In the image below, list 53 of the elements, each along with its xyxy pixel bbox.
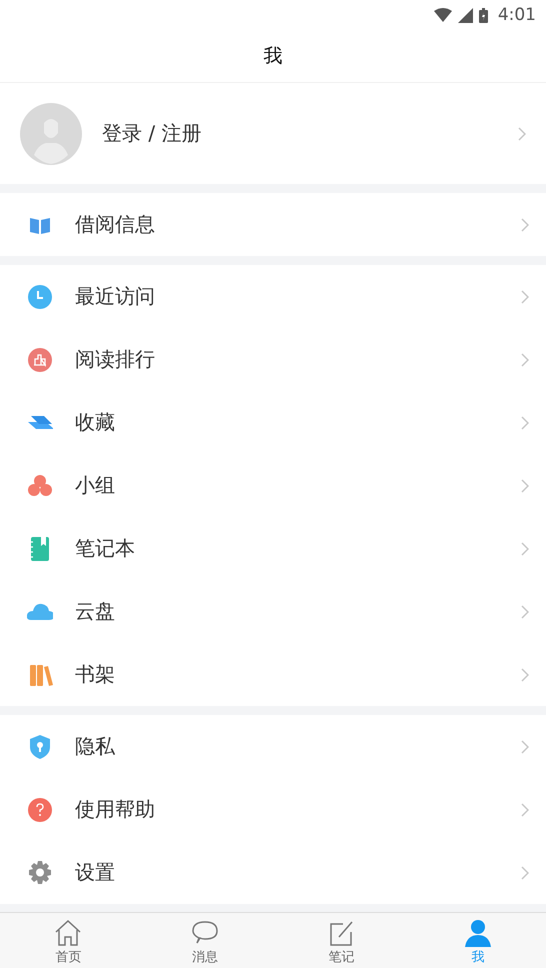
- menu-label: 小组: [75, 472, 116, 499]
- chevron-icon: [521, 218, 529, 232]
- menu-label: 最近访问: [75, 283, 156, 310]
- menu-item[interactable]: 云盘: [0, 580, 546, 643]
- chevron-icon: [521, 416, 529, 430]
- login-row[interactable]: 登录 / 注册: [0, 83, 546, 184]
- shield-icon: [27, 734, 53, 760]
- menu-item[interactable]: 书架: [0, 643, 546, 706]
- menu-label: 使用帮助: [75, 796, 156, 823]
- tab-item[interactable]: 消息: [136, 913, 273, 968]
- chevron-icon: [521, 668, 529, 682]
- menu-item[interactable]: 收藏: [0, 391, 546, 454]
- menu-item[interactable]: 最近访问: [0, 265, 546, 328]
- menu-label: 隐私: [75, 733, 116, 760]
- chevron-icon: [521, 542, 529, 556]
- chevron-icon: [521, 290, 529, 304]
- chevron-icon: [521, 352, 529, 366]
- person-icon: [464, 919, 492, 947]
- menu-item[interactable]: 笔记本: [0, 517, 546, 580]
- page-title: 我: [264, 44, 282, 69]
- chevron-icon: [521, 740, 529, 754]
- avatar-icon: [20, 102, 82, 164]
- menu-label: 借阅信息: [75, 211, 156, 238]
- chevron-icon: [518, 126, 526, 140]
- chevron-icon: [521, 478, 529, 492]
- settings-icon: [27, 860, 53, 886]
- menu-label: 笔记本: [75, 535, 136, 562]
- menu-item[interactable]: 设置: [0, 841, 546, 904]
- chevron-icon: [521, 604, 529, 618]
- help-icon: [27, 796, 53, 822]
- menu-item[interactable]: 借阅信息: [0, 193, 546, 256]
- menu-label: 阅读排行: [75, 346, 156, 373]
- status-time: 4:01: [498, 5, 536, 25]
- chevron-icon: [521, 802, 529, 816]
- circles-icon: [27, 472, 53, 498]
- tab-item[interactable]: 笔记: [273, 913, 410, 968]
- menu-item[interactable]: 隐私: [0, 715, 546, 778]
- tab-item[interactable]: 首页: [0, 913, 136, 968]
- clock-icon: [27, 284, 53, 310]
- login-label: 登录 / 注册: [102, 120, 202, 147]
- battery-icon: [478, 8, 488, 22]
- menu-item[interactable]: 阅读排行: [0, 328, 546, 391]
- menu-label: 设置: [75, 859, 116, 886]
- menu-label: 云盘: [75, 598, 116, 625]
- menu-label: 收藏: [75, 409, 116, 436]
- chart-icon: [27, 346, 53, 372]
- home-icon: [54, 919, 82, 947]
- menu-item[interactable]: 使用帮助: [0, 778, 546, 841]
- menu-item[interactable]: 小组: [0, 454, 546, 517]
- chevron-icon: [521, 866, 529, 880]
- signal-icon: [458, 8, 473, 22]
- wifi-icon: [434, 8, 452, 22]
- menu-label: 书架: [75, 661, 116, 688]
